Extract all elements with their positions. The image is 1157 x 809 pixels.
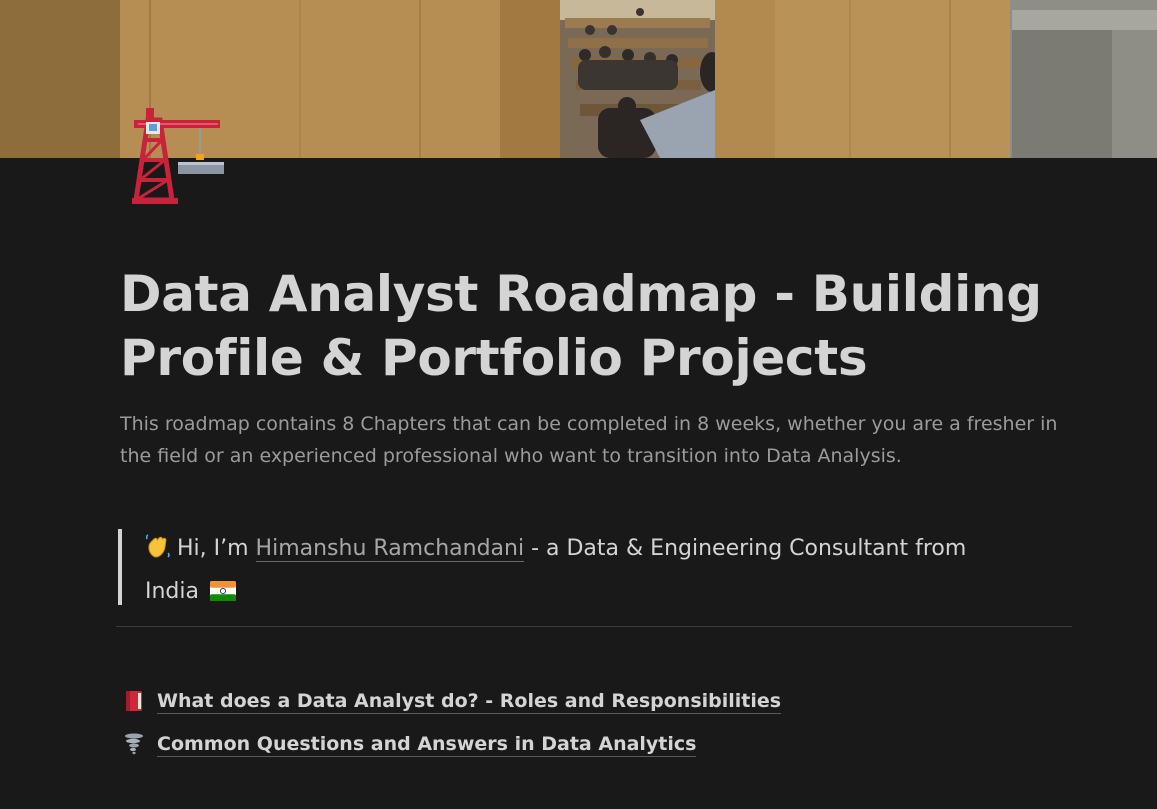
india-flag-icon xyxy=(209,575,236,614)
link-label-roles[interactable]: What does a Data Analyst do? - Roles and… xyxy=(157,689,782,714)
link-row-questions[interactable]: Common Questions and Answers in Data Ana… xyxy=(122,729,697,759)
divider xyxy=(116,626,1072,627)
page-title[interactable]: Data Analyst Roadmap - Building Profile … xyxy=(120,262,1080,390)
intro-quote: Hi, I’m Himanshu Ramchandani - a Data & … xyxy=(118,529,1062,605)
construction-crane-icon[interactable] xyxy=(118,100,226,208)
waving-hand-icon xyxy=(145,533,171,572)
tornado-icon xyxy=(122,732,146,756)
notion-page: Data Analyst Roadmap - Building Profile … xyxy=(0,0,1157,809)
red-book-icon xyxy=(122,689,146,713)
link-row-roles[interactable]: What does a Data Analyst do? - Roles and… xyxy=(122,686,782,716)
author-link[interactable]: Himanshu Ramchandani xyxy=(255,536,525,562)
intro-prefix: Hi, I’m xyxy=(177,536,256,561)
intro-quote-text: Hi, I’m Himanshu Ramchandani - a Data & … xyxy=(145,529,1045,614)
intro-suffix-line2: India xyxy=(145,579,206,604)
link-label-questions[interactable]: Common Questions and Answers in Data Ana… xyxy=(157,732,697,757)
intro-suffix-line1: - a Data & Engineering Consultant from xyxy=(524,536,967,561)
page-subtitle: This roadmap contains 8 Chapters that ca… xyxy=(120,413,1058,467)
